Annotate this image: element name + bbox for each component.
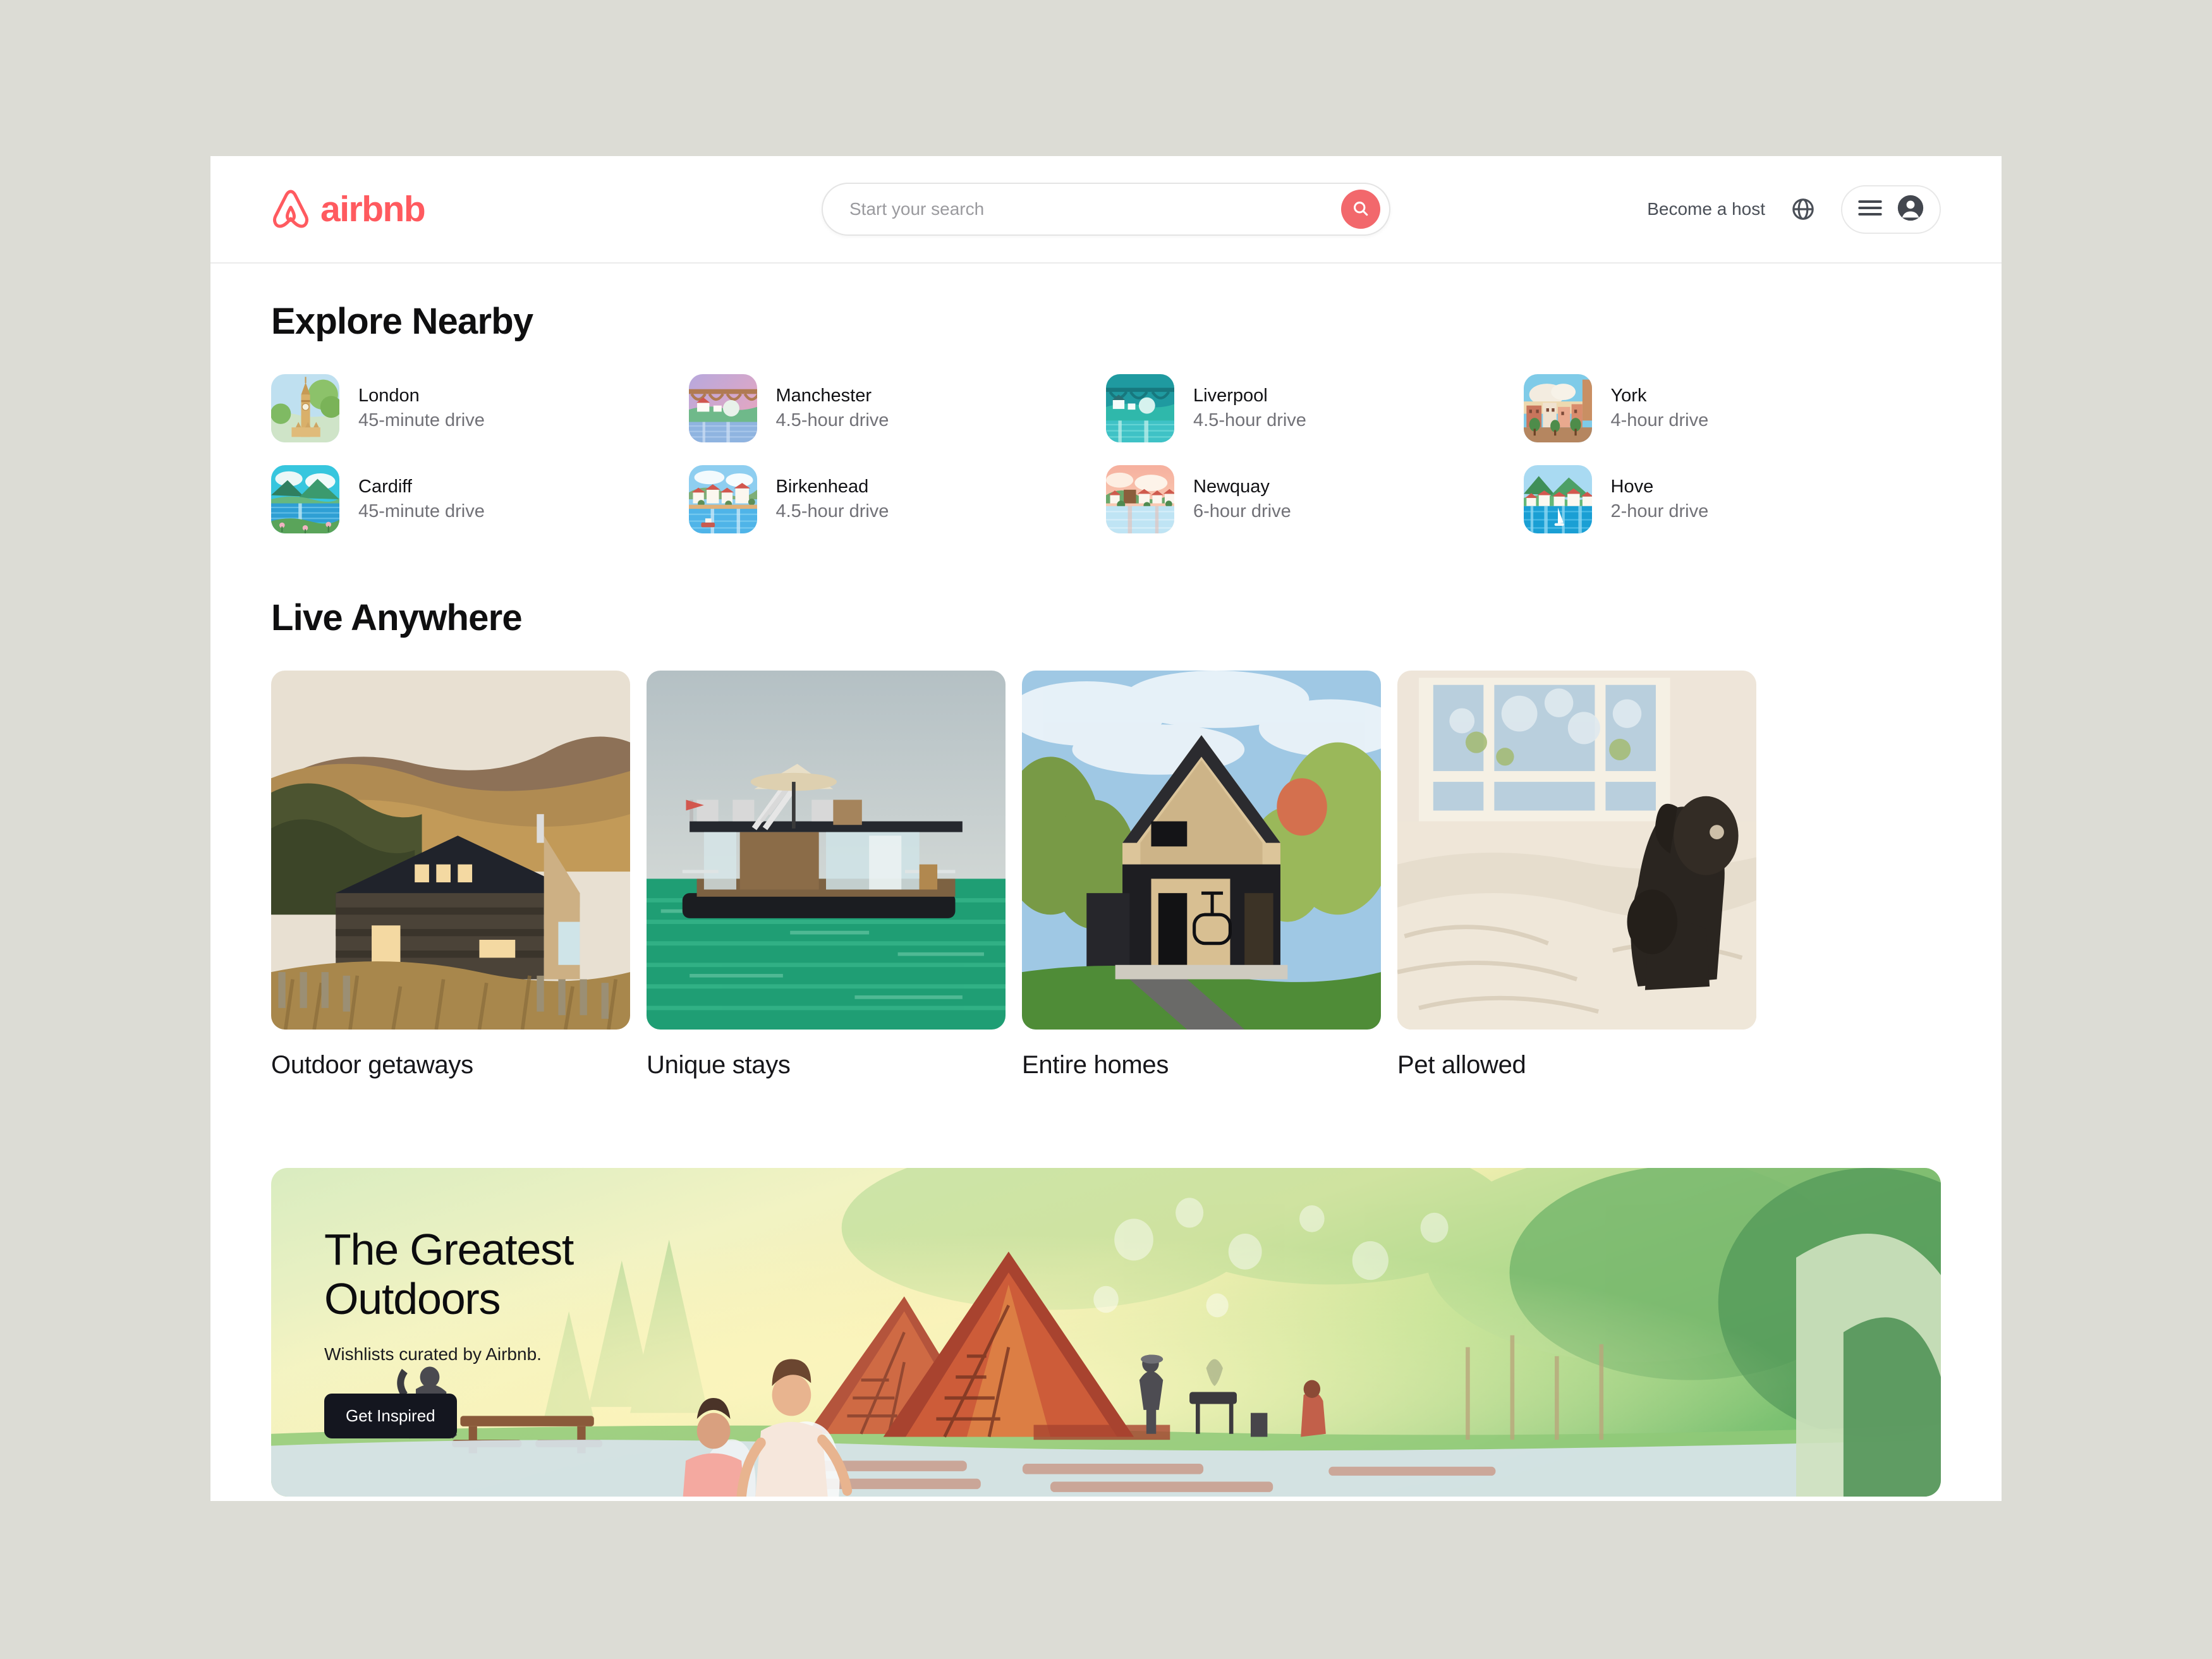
live-anywhere-title: Live Anywhere [271,597,523,638]
become-a-host-link[interactable]: Become a host [1647,199,1765,219]
destination-drive: 4.5-hour drive [775,501,889,521]
floating-houseboat-photo [647,671,1006,1030]
destination-drive: 4.5-hour drive [1193,410,1306,430]
promo-copy: The Greatest Outdoors Wishlists curated … [324,1225,574,1438]
destination-drive: 45-minute drive [358,501,485,521]
destination-drive: 4.5-hour drive [775,410,889,430]
seaside-village-illustration [1523,465,1592,533]
destination-card-liverpool[interactable]: Liverpool 4.5-hour drive [1106,374,1524,442]
destination-drive: 45-minute drive [358,410,485,430]
destination-text: London 45-minute drive [358,384,485,433]
category-card-outdoor-getaways[interactable]: Outdoor getaways [271,671,630,1079]
browser-page: airbnb Become a host [210,156,2002,1501]
globe-icon[interactable] [1788,194,1818,224]
destination-name: Hove [1610,476,1654,497]
explore-nearby-title: Explore Nearby [271,301,533,342]
destination-name: London [358,385,420,406]
destination-drive: 2-hour drive [1610,501,1709,521]
destination-name: Newquay [1193,476,1270,497]
lake-valley-illustration [271,465,339,533]
destination-name: Liverpool [1193,385,1268,406]
get-inspired-button[interactable]: Get Inspired [324,1393,457,1438]
destination-card-birkenhead[interactable]: Birkenhead 4.5-hour drive [688,465,1107,533]
destination-text: Liverpool 4.5-hour drive [1193,384,1306,433]
dog-on-bed-photo [1397,671,1756,1030]
category-label: Unique stays [647,1051,791,1079]
viaduct-bridge-illustration [688,374,757,442]
destination-card-cardiff[interactable]: Cardiff 45-minute drive [271,465,689,533]
main-content: Explore Nearby London 45-minute drive Ma… [210,300,2002,1497]
destination-card-newquay[interactable]: Newquay 6-hour drive [1106,465,1524,533]
cabin-in-golden-hills-photo [271,671,630,1030]
destination-card-manchester[interactable]: Manchester 4.5-hour drive [688,374,1107,442]
destination-name: Birkenhead [775,476,869,497]
destination-card-london[interactable]: London 45-minute drive [271,374,689,442]
teal-bridge-illustration [1106,374,1174,442]
old-town-square-illustration [1523,374,1592,442]
airbnb-logo[interactable]: airbnb [271,188,426,230]
category-card-pet-allowed[interactable]: Pet allowed [1397,671,1756,1079]
promo-title: The Greatest Outdoors [324,1225,574,1324]
destination-drive: 6-hour drive [1193,501,1291,521]
destination-name: Cardiff [358,476,412,497]
header-actions: Become a host [1647,185,1941,234]
category-card-entire-homes[interactable]: Entire homes [1022,671,1381,1079]
destination-drive: 4-hour drive [1610,410,1709,430]
hamburger-menu-icon [1857,198,1883,221]
promo-subtitle: Wishlists curated by Airbnb. [324,1344,542,1364]
search-icon [1352,200,1370,219]
user-avatar-icon [1897,194,1924,225]
live-anywhere-grid: Outdoor getaways Unique stays Entire hom… [271,671,2002,1079]
destination-card-york[interactable]: York 4-hour drive [1523,374,1942,442]
destination-text: Newquay 6-hour drive [1193,475,1291,524]
destination-text: Manchester 4.5-hour drive [776,384,889,433]
airbnb-belo-icon [271,188,310,230]
destination-text: Birkenhead 4.5-hour drive [776,475,889,524]
airbnb-wordmark: airbnb [320,188,426,229]
harbour-town-illustration [688,465,757,533]
destination-text: Cardiff 45-minute drive [358,475,485,524]
search-input[interactable] [849,199,1341,219]
destination-name: Manchester [775,385,872,406]
category-label: Pet allowed [1397,1051,1526,1079]
destination-text: Hove 2-hour drive [1611,475,1709,524]
promo-banner[interactable]: The Greatest Outdoors Wishlists curated … [271,1168,1941,1497]
destination-card-hove[interactable]: Hove 2-hour drive [1523,465,1942,533]
site-header: airbnb Become a host [210,156,2002,264]
destination-name: York [1610,385,1647,406]
category-label: Outdoor getaways [271,1051,473,1079]
search-container [822,183,1390,236]
coastal-sunset-illustration [1106,465,1174,533]
search-button[interactable] [1341,190,1380,229]
user-menu-button[interactable] [1841,185,1941,234]
search-bar[interactable] [822,183,1390,236]
destination-text: York 4-hour drive [1611,384,1709,433]
big-ben-illustration [271,374,339,442]
category-label: Entire homes [1022,1051,1169,1079]
explore-nearby-grid: London 45-minute drive Manchester 4.5-ho… [271,374,1941,533]
category-card-unique-stays[interactable]: Unique stays [647,671,1006,1079]
modern-wood-gable-house-photo [1022,671,1381,1030]
